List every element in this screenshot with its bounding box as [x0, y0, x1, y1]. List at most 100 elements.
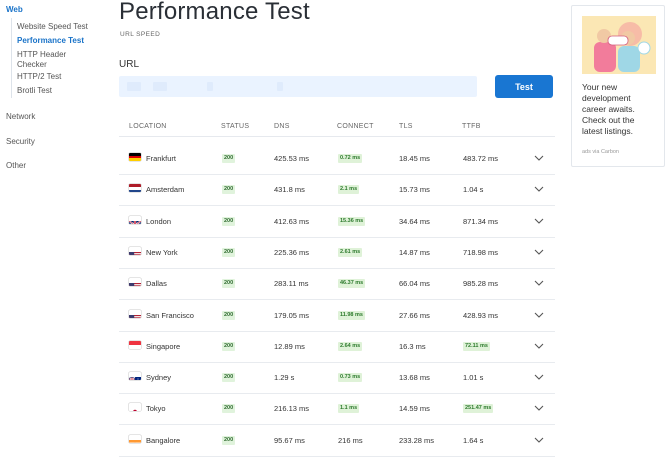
table-row[interactable]: Sydney 200 1.29 s 0.73 ms 13.68 ms 1.01 … — [119, 362, 555, 394]
sidebar-item-website-speed-test[interactable]: Website Speed Test — [10, 22, 112, 32]
sidebar: Web Website Speed Test Performance Test … — [0, 0, 112, 450]
ttfb-cell: 1.64 s — [463, 436, 483, 445]
location-cell: Frankfurt — [146, 154, 176, 163]
status-badge: 200 — [222, 248, 235, 257]
status-badge: 200 — [222, 373, 235, 382]
chevron-down-icon[interactable] — [533, 341, 545, 351]
chevron-down-icon[interactable] — [533, 310, 545, 320]
connect-cell: 11.98 ms — [338, 311, 365, 320]
location-cell: Tokyo — [146, 404, 166, 413]
dns-cell: 12.89 ms — [274, 342, 305, 351]
dns-cell: 431.8 ms — [274, 185, 305, 194]
sidebar-category-network[interactable]: Network — [6, 112, 35, 121]
dns-cell: 1.29 s — [274, 373, 294, 382]
india-flag — [129, 435, 141, 443]
status-badge: 200 — [222, 404, 235, 413]
ttfb-cell: 72.11 ms — [463, 342, 490, 351]
carbon-ad[interactable]: Your new development career awaits. Chec… — [571, 5, 665, 167]
sidebar-category-security[interactable]: Security — [6, 137, 35, 146]
table-row[interactable]: London 200 412.63 ms 15.36 ms 34.64 ms 8… — [119, 206, 555, 238]
column-header-location: LOCATION — [129, 123, 167, 130]
chevron-down-icon[interactable] — [533, 278, 545, 288]
tls-cell: 13.68 ms — [399, 373, 430, 382]
status-badge: 200 — [222, 436, 235, 445]
location-cell: London — [146, 217, 171, 226]
ad-image[interactable] — [582, 16, 656, 74]
tls-cell: 14.87 ms — [399, 248, 430, 257]
table-row[interactable]: Amsterdam 200 431.8 ms 2.1 ms 15.73 ms 1… — [119, 174, 555, 206]
dns-cell: 216.13 ms — [274, 404, 309, 413]
tls-cell: 66.04 ms — [399, 279, 430, 288]
tls-cell: 233.28 ms — [399, 436, 434, 445]
uk-flag — [129, 216, 141, 224]
connect-cell: 2.64 ms — [338, 342, 362, 351]
table-row[interactable]: Bangalore 200 95.67 ms 216 ms 233.28 ms … — [119, 425, 555, 457]
table-row[interactable]: Tokyo 200 216.13 ms 1.1 ms 14.59 ms 251.… — [119, 393, 555, 425]
location-cell: Bangalore — [146, 436, 180, 445]
table-row[interactable]: San Francisco 200 179.05 ms 11.98 ms 27.… — [119, 300, 555, 332]
us-flag — [129, 278, 141, 286]
dns-cell: 283.11 ms — [274, 279, 308, 288]
tls-cell: 15.73 ms — [399, 185, 430, 194]
chevron-down-icon[interactable] — [533, 216, 545, 226]
ttfb-cell: 1.01 s — [463, 373, 483, 382]
sidebar-category-other[interactable]: Other — [6, 161, 26, 170]
connect-cell: 0.73 ms — [338, 373, 362, 382]
sidebar-category-web[interactable]: Web — [6, 5, 23, 14]
ttfb-cell: 428.93 ms — [463, 311, 498, 320]
dns-cell: 95.67 ms — [274, 436, 305, 445]
url-input-text-blur — [127, 82, 141, 91]
us-flag — [129, 247, 141, 255]
url-input[interactable] — [119, 76, 477, 97]
sidebar-item-http2-test[interactable]: HTTP/2 Test — [10, 72, 112, 82]
url-input-text-blur — [153, 82, 167, 91]
us-flag — [129, 310, 141, 318]
location-cell: San Francisco — [146, 311, 194, 320]
page-subtitle: URL SPEED — [120, 31, 160, 38]
column-header-status: STATUS — [221, 123, 249, 130]
sidebar-item-brotli-test[interactable]: Brotli Test — [10, 86, 112, 96]
test-button[interactable]: Test — [495, 75, 553, 98]
ttfb-cell: 251.47 ms — [463, 404, 493, 413]
ad-attribution[interactable]: ads via Carbon — [582, 149, 619, 155]
status-badge: 200 — [222, 154, 235, 163]
table-row[interactable]: Dallas 200 283.11 ms 46.37 ms 66.04 ms 9… — [119, 268, 555, 300]
dns-cell: 225.36 ms — [274, 248, 309, 257]
table-row[interactable]: Frankfurt 200 425.53 ms 0.72 ms 18.45 ms… — [119, 143, 555, 175]
sidebar-item-performance-test[interactable]: Performance Test — [10, 36, 112, 46]
chevron-down-icon[interactable] — [533, 372, 545, 382]
chevron-down-icon[interactable] — [533, 153, 545, 163]
dns-cell: 412.63 ms — [274, 217, 309, 226]
singapore-flag — [129, 341, 141, 349]
url-input-text-blur — [277, 82, 283, 91]
table-row[interactable]: New York 200 225.36 ms 2.61 ms 14.87 ms … — [119, 237, 555, 269]
germany-flag — [129, 153, 141, 161]
dns-cell: 425.53 ms — [274, 154, 309, 163]
tls-cell: 18.45 ms — [399, 154, 430, 163]
page-title: Performance Test — [119, 0, 310, 26]
tls-cell: 34.64 ms — [399, 217, 430, 226]
chevron-down-icon[interactable] — [533, 403, 545, 413]
connect-cell: 1.1 ms — [338, 404, 359, 413]
table-row[interactable]: Singapore 200 12.89 ms 2.64 ms 16.3 ms 7… — [119, 331, 555, 363]
ttfb-cell: 1.04 s — [463, 185, 483, 194]
japan-flag — [129, 403, 141, 411]
ttfb-cell: 871.34 ms — [463, 217, 498, 226]
ttfb-cell: 718.98 ms — [463, 248, 498, 257]
australia-flag — [129, 372, 141, 380]
chevron-down-icon[interactable] — [533, 184, 545, 194]
ttfb-cell: 483.72 ms — [463, 154, 498, 163]
location-cell: Sydney — [146, 373, 171, 382]
ad-text[interactable]: Your new development career awaits. Chec… — [582, 82, 656, 137]
status-badge: 200 — [222, 342, 235, 351]
sidebar-item-http-header-checker[interactable]: HTTP Header Checker — [10, 50, 92, 70]
chevron-down-icon[interactable] — [533, 435, 545, 445]
tls-cell: 16.3 ms — [399, 342, 426, 351]
url-label: URL — [119, 59, 139, 70]
chevron-down-icon[interactable] — [533, 247, 545, 257]
connect-cell: 216 ms — [338, 436, 363, 445]
connect-cell: 46.37 ms — [338, 279, 365, 288]
table-header: LOCATION STATUS DNS CONNECT TLS TTFB — [119, 118, 555, 137]
ttfb-cell: 985.28 ms — [463, 279, 498, 288]
connect-cell: 2.61 ms — [338, 248, 362, 257]
